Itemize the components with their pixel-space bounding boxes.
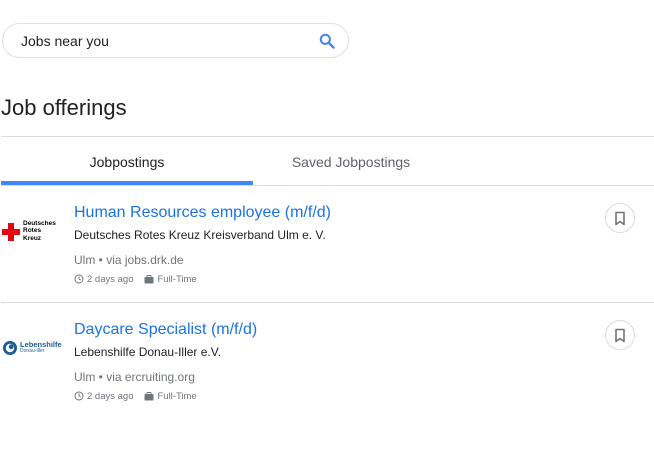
page-title: Job offerings bbox=[1, 95, 127, 120]
job-listing[interactable]: Lebenshilfe Donau-Iller Daycare Speciali… bbox=[0, 304, 654, 419]
job-title-link[interactable]: Human Resources employee (m/f/d) bbox=[74, 204, 331, 222]
logo-text-line: Kreuz bbox=[23, 234, 42, 242]
bookmark-icon bbox=[615, 211, 625, 225]
clock-icon bbox=[74, 274, 84, 284]
tab-saved-jobpostings[interactable]: Saved Jobpostings bbox=[253, 137, 449, 186]
job-meta: 2 days ago Full-Time bbox=[74, 272, 197, 286]
tab-bar: Jobpostings Saved Jobpostings bbox=[1, 137, 654, 186]
logo-text-line: Deutsches bbox=[23, 220, 56, 227]
employer-logo: Deutsches Rotes Kreuz bbox=[2, 219, 58, 243]
tab-jobpostings[interactable]: Jobpostings bbox=[1, 137, 253, 186]
job-location-source: Ulm • via jobs.drk.de bbox=[74, 253, 184, 267]
red-cross-icon bbox=[2, 223, 20, 241]
employer-logo: Lebenshilfe Donau-Iller bbox=[2, 336, 62, 360]
job-location-source: Ulm • via ercruiting.org bbox=[74, 370, 195, 384]
bookmark-icon bbox=[615, 328, 625, 342]
posted-time: 2 days ago bbox=[87, 273, 134, 285]
briefcase-icon bbox=[144, 391, 154, 401]
job-listing[interactable]: Deutsches Rotes Kreuz Human Resources em… bbox=[0, 187, 654, 302]
save-job-button[interactable] bbox=[605, 203, 635, 233]
job-meta: 2 days ago Full-Time bbox=[74, 389, 197, 403]
employer-name: Lebenshilfe Donau-Iller e.V. bbox=[74, 345, 221, 359]
job-title-link[interactable]: Daycare Specialist (m/f/d) bbox=[74, 321, 257, 339]
save-job-button[interactable] bbox=[605, 320, 635, 350]
posted-time: 2 days ago bbox=[87, 390, 134, 402]
briefcase-icon bbox=[144, 274, 154, 284]
logo-text-line: Lebenshilfe bbox=[20, 340, 62, 349]
logo-text-line: Rotes bbox=[23, 227, 42, 235]
employer-name: Deutsches Rotes Kreuz Kreisverband Ulm e… bbox=[74, 228, 326, 242]
employment-type: Full-Time bbox=[157, 390, 197, 402]
logo-text-line: Donau-Iller bbox=[20, 348, 45, 354]
employment-type: Full-Time bbox=[157, 273, 197, 285]
tabs-divider bbox=[1, 185, 654, 186]
search-input[interactable] bbox=[21, 32, 301, 50]
lebenshilfe-icon bbox=[3, 341, 17, 355]
search-button[interactable] bbox=[316, 31, 338, 51]
search-icon bbox=[319, 33, 335, 49]
listing-divider bbox=[1, 302, 654, 303]
search-bar[interactable] bbox=[2, 23, 349, 58]
clock-icon bbox=[74, 391, 84, 401]
